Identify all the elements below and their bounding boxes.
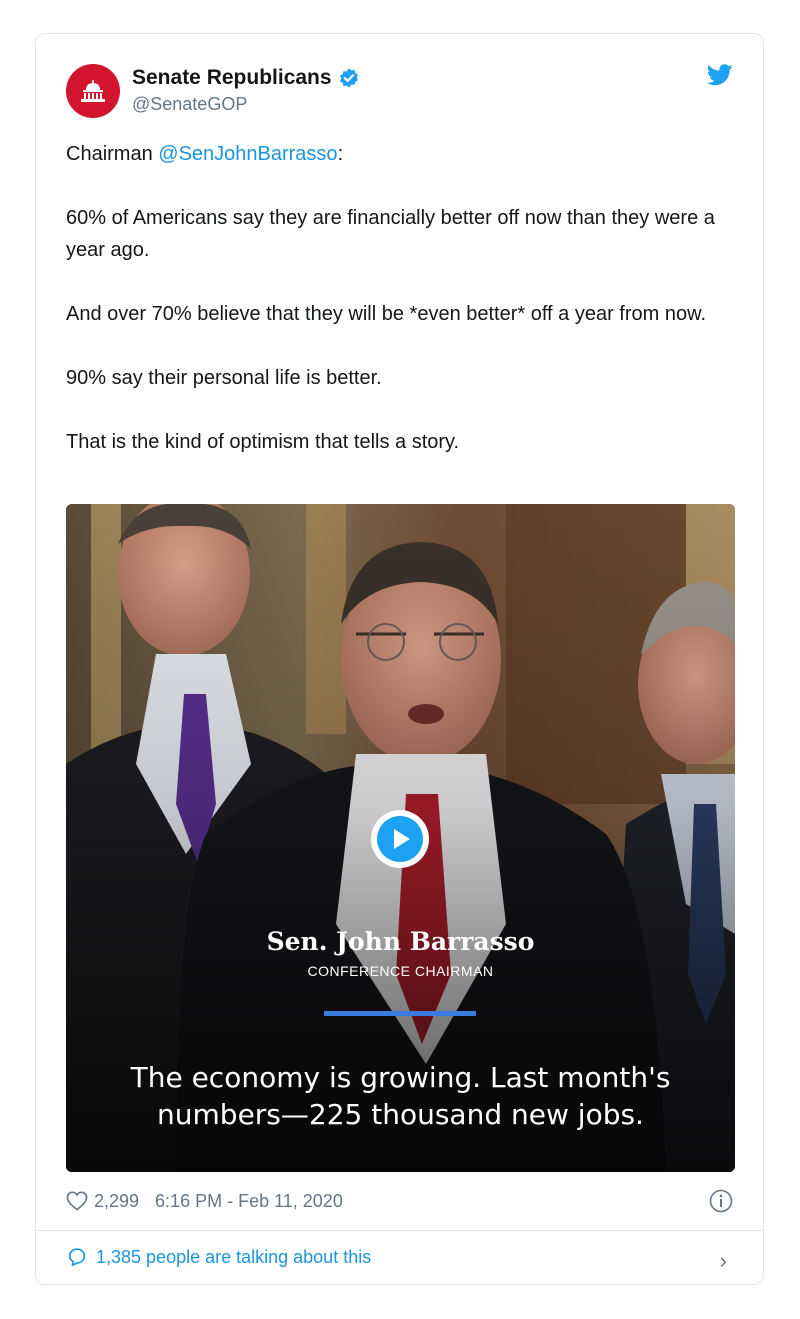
info-icon [709, 1189, 733, 1213]
tweet-card: Senate Republicans @SenateGOP Chairman @… [35, 33, 764, 1285]
verified-badge-icon [339, 68, 358, 88]
tweet-paragraph: That is the kind of optimism that tells … [66, 431, 460, 453]
lower-third-name: Sen. John Barrasso [266, 927, 535, 956]
video-caption: The economy is growing. Last month's num… [66, 1059, 735, 1133]
account-name-row[interactable]: Senate Republicans [132, 66, 360, 90]
tweet-paragraph-intro: Chairman @SenJohnBarrasso: [66, 138, 726, 170]
conversation-link[interactable]: 1,385 people are talking about this [66, 1246, 371, 1268]
capitol-icon [81, 80, 105, 102]
tweet-paragraph: And over 70% believe that they will be *… [66, 303, 706, 325]
tweet-suffix: : [337, 143, 344, 165]
twitter-logo[interactable] [706, 64, 733, 91]
conversation-count-text[interactable]: 1,385 people are talking about this [96, 1247, 371, 1268]
caption-line-2: numbers—225 thousand new jobs. [157, 1098, 644, 1131]
video-player[interactable]: Sen. John Barrasso CONFERENCE CHAIRMAN T… [66, 504, 735, 1172]
twitter-bird-icon [706, 64, 733, 86]
divider [36, 1230, 763, 1231]
speech-bubble-icon [68, 1248, 86, 1267]
tweet-meta: 2,299 6:16 PM - Feb 11, 2020 [66, 1186, 735, 1216]
heart-icon [66, 1191, 88, 1211]
account-name[interactable]: Senate Republicans [132, 66, 332, 90]
lower-third-title: CONFERENCE CHAIRMAN [307, 963, 494, 979]
chevron-right-icon[interactable]: › [720, 1248, 727, 1274]
play-icon [377, 816, 423, 862]
tweet-prefix: Chairman [66, 143, 159, 165]
account-handle[interactable]: @SenateGOP [132, 94, 247, 115]
account-avatar[interactable] [66, 64, 120, 118]
tweet-text: Chairman @SenJohnBarrasso: 60% of Americ… [66, 138, 726, 490]
tweet-paragraph: 90% say their personal life is better. [66, 367, 382, 389]
mention-link[interactable]: @SenJohnBarrasso [158, 143, 337, 165]
tweet-paragraph: 60% of Americans say they are financiall… [66, 207, 715, 261]
info-button[interactable] [709, 1189, 733, 1218]
like-button[interactable]: 2,299 [66, 1191, 139, 1212]
like-count[interactable]: 2,299 [94, 1191, 139, 1212]
play-button[interactable] [371, 810, 429, 868]
tweet-timestamp[interactable]: 6:16 PM - Feb 11, 2020 [155, 1191, 343, 1212]
caption-line-1: The economy is growing. Last month's [130, 1061, 671, 1094]
